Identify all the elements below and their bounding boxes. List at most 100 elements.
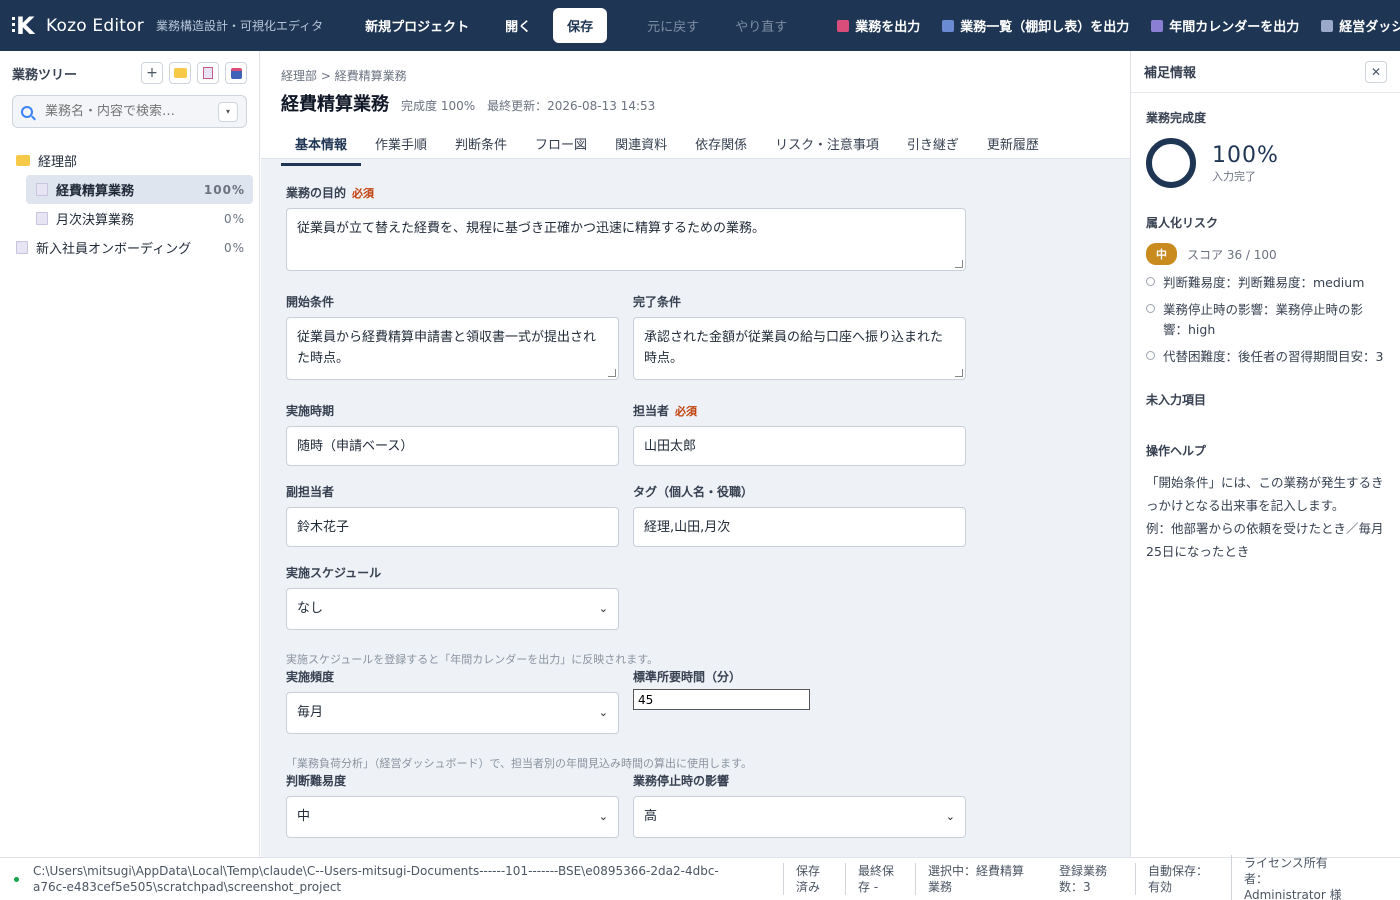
std-time-input[interactable] [633,689,810,710]
chevron-down-icon: ⌄ [598,810,608,824]
missing-fields-label: 未入力項目 [1146,392,1207,407]
app-logo: K Kozo Editor [12,13,144,39]
last-updated: 最終更新：2026-08-13 14:53 [487,99,656,113]
risk-item: 業務停止時の影響：業務停止時の影響：high [1146,300,1385,339]
tree-item-selected[interactable]: 経費精算業務 100% [26,175,253,204]
sidebar-title: 業務ツリー [12,67,78,83]
add-document-button[interactable] [197,62,219,84]
undo-button[interactable]: 元に戻す [633,8,713,43]
tree-item-label: 新入社員オンボーディング [36,242,192,257]
tree-item-progress: 0% [223,240,245,255]
breadcrumb: 経理部 > 経費精算業務 [281,69,407,83]
license-owner: ライセンス所有者：Administrator 様 [1231,854,1361,900]
help-label: 操作ヘルプ [1146,443,1207,458]
folder-icon [16,155,30,166]
start-condition-label: 開始条件 [286,295,335,309]
end-condition-textarea[interactable]: 承認された金額が従業員の給与口座へ振り込まれた時点。 [633,317,966,380]
owner-label: 担当者 [633,404,670,418]
tree-item[interactable]: 月次決算業務 0% [0,204,259,233]
export-calendar-label: 年間カレンダーを出力 [1169,20,1300,35]
search-input[interactable] [45,104,218,119]
info-panel: 補足情報 ✕ 業務完成度 100% 入力完了 属人化リスク 中 スコア 36 /… [1130,51,1400,857]
purpose-label: 業務の目的 [286,186,347,200]
circle-icon [1146,304,1155,314]
tree-item-progress: 100% [203,182,245,197]
export-list-button[interactable]: 業務一覧（棚卸し表）を出力 [942,16,1129,35]
risk-score: スコア 36 / 100 [1187,247,1277,262]
main-editor: 経理部 > 経費精算業務 経費精算業務 完成度 100% 最終更新：2026-0… [261,51,1130,857]
tab-flow[interactable]: フロー図 [521,130,601,166]
export-task-label: 業務を出力 [855,20,921,35]
completion-percent: 100% [1212,142,1279,168]
std-time-label: 標準所要時間（分） [633,670,742,684]
document-icon [16,241,28,254]
difficulty-select[interactable]: 中 ⌄ [286,796,619,838]
status-indicator-icon [14,876,19,882]
autosave-status: 自動保存：有効 [1135,862,1225,896]
import-icon [230,67,242,79]
chevron-down-icon: ⌄ [945,810,955,824]
tab-materials[interactable]: 関連資料 [601,130,681,166]
export-list-label: 業務一覧（棚卸し表）を出力 [960,20,1130,35]
task-count: 登録業務数：3 [1059,863,1108,894]
purpose-textarea[interactable]: 従業員が立て替えた経費を、規程に基づき正確かつ迅速に精算するための業務。 [286,208,966,271]
search-icon [21,105,33,118]
risk-item: 判断難易度：判断難易度：medium [1146,273,1385,292]
search-filter-dropdown[interactable]: ▾ [218,101,238,122]
impact-label: 業務停止時の影響 [633,774,730,788]
add-task-button[interactable]: + [141,62,163,84]
status-bar: C:\Users\mitsugi\AppData\Local\Temp\clau… [0,854,1400,900]
document-icon [36,212,48,225]
app-subtitle: 業務構造設計・可視化エディタ [155,19,324,33]
top-toolbar: K Kozo Editor 業務構造設計・可視化エディタ 新規プロジェクト 開く… [0,0,1400,51]
import-button[interactable] [225,62,247,84]
save-button[interactable]: 保存 [553,8,608,43]
start-condition-textarea[interactable]: 従業員から経費精算申請書と領収書一式が提出された時点。 [286,317,619,380]
folder-icon [173,68,187,78]
trend-chart-icon [1321,19,1334,32]
risk-badge: 中 [1146,243,1177,265]
export-calendar-button[interactable]: 年間カレンダーを出力 [1151,16,1299,35]
new-project-button[interactable]: 新規プロジェクト [351,8,483,43]
document-icon [36,183,48,196]
tab-history[interactable]: 更新履歴 [973,130,1053,166]
schedule-select[interactable]: なし ⌄ [286,588,619,630]
page-title: 経費精算業務 [281,94,389,115]
tree-item-label: 経費精算業務 [56,184,135,199]
tab-decision[interactable]: 判断条件 [441,130,521,166]
risk-label: 属人化リスク [1146,216,1219,230]
selected-task: 選択中：経費精算業務 [915,862,1041,896]
bar-chart-icon [942,19,955,32]
add-folder-button[interactable] [169,62,191,84]
save-status: 保存済み [783,862,839,896]
timing-input[interactable]: 随時（申請ベース） [286,426,619,466]
owner-input[interactable]: 山田太郎 [633,426,966,466]
tree-item-label: 月次決算業務 [56,213,135,228]
help-example: 例：他部署からの依頼を受けたとき／毎月25日になったとき [1146,520,1384,559]
frequency-select[interactable]: 毎月 ⌄ [286,692,619,734]
tree-item[interactable]: 新入社員オンボーディング 0% [0,233,259,262]
tab-procedure[interactable]: 作業手順 [361,130,441,166]
risk-item: 代替困難度：後任者の習得期間目安：3 [1146,347,1385,366]
tab-risks[interactable]: リスク・注意事項 [761,130,893,166]
difficulty-label: 判断難易度 [286,774,347,788]
tree-item-folder[interactable]: 経理部 [0,146,259,175]
tab-basic-info[interactable]: 基本情報 [281,130,362,166]
export-task-icon [837,19,850,32]
redo-button[interactable]: やり直す [721,8,801,43]
std-time-hint: 「業務負荷分析」（経営ダッシュボード）で、担当者別の年間見込み時間の算出に使用し… [286,757,752,770]
export-task-button[interactable]: 業務を出力 [837,16,920,35]
open-button[interactable]: 開く [491,8,545,43]
logo-icon: K [12,13,38,39]
export-dashboard-button[interactable]: 経営ダッシュボード [1321,16,1400,35]
impact-select[interactable]: 高 ⌄ [633,796,966,838]
schedule-label: 実施スケジュール [286,566,382,580]
tab-handover[interactable]: 引き継ぎ [893,130,973,166]
close-icon[interactable]: ✕ [1365,60,1387,83]
completion-label: 業務完成度 [1146,111,1207,125]
chevron-down-icon: ⌄ [598,602,608,616]
panel-title: 補足情報 [1144,66,1197,81]
tab-dependencies[interactable]: 依存関係 [681,130,761,166]
sub-owner-input[interactable]: 鈴木花子 [286,507,619,547]
tags-input[interactable]: 経理,山田,月次 [633,507,966,547]
